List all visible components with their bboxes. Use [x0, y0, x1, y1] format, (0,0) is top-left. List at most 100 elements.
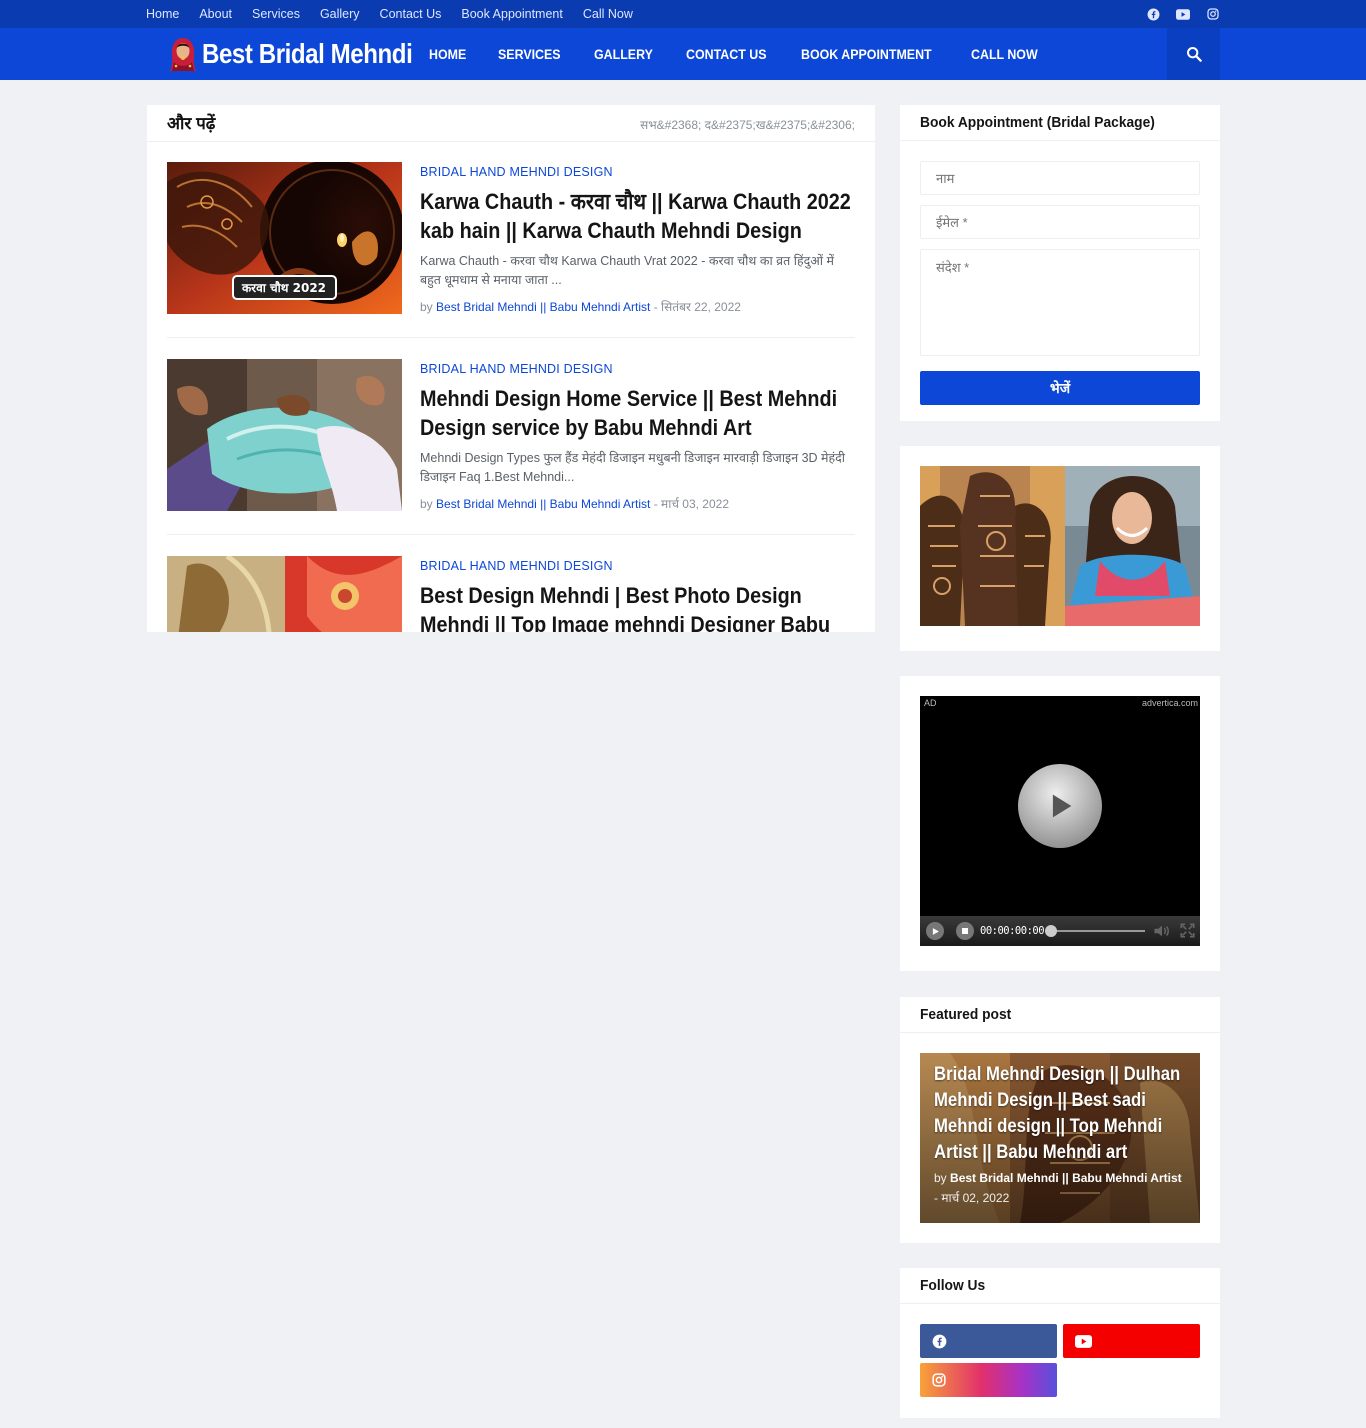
top-bar: Home About Services Gallery Contact Us B…: [0, 0, 1366, 28]
post-title[interactable]: Best Design Mehndi | Best Photo Design M…: [420, 581, 856, 632]
post-author[interactable]: Best Bridal Mehndi || Babu Mehndi Artist: [436, 497, 650, 511]
play-icon: [1052, 794, 1072, 818]
fullscreen-icon[interactable]: [1180, 923, 1195, 943]
nav-contact-us[interactable]: CONTACT US: [686, 47, 767, 62]
featured-post-title[interactable]: Bridal Mehndi Design || Dulhan Mehndi De…: [934, 1062, 1189, 1166]
instagram-icon: [932, 1373, 946, 1387]
appointment-header: Book Appointment (Bridal Package): [900, 105, 1220, 141]
nav-home[interactable]: HOME: [429, 47, 466, 62]
video-controls: 00:00:00:00: [920, 916, 1200, 946]
search-icon: [1186, 47, 1202, 62]
seek-track[interactable]: [1050, 930, 1145, 932]
video-time: 00:00:00:00: [980, 925, 1045, 937]
follow-us-heading: Follow Us: [920, 1277, 986, 1294]
stop-button[interactable]: [956, 922, 974, 940]
seek-knob[interactable]: [1045, 925, 1057, 937]
post-snippet: Karwa Chauth - करवा चौथ Karwa Chauth Vra…: [420, 254, 834, 287]
featured-by-label: by: [934, 1171, 947, 1185]
main-nav: HOME SERVICES GALLERY CONTACT US BOOK AP…: [429, 28, 1044, 80]
image-widget: [900, 446, 1220, 651]
bride-logo-icon: [168, 36, 198, 72]
post-by-label: by: [420, 300, 433, 314]
appointment-title: Book Appointment (Bridal Package): [920, 114, 1155, 131]
top-social-links: [1146, 0, 1220, 28]
message-field[interactable]: [920, 249, 1200, 356]
post-title[interactable]: Mehndi Design Home Service || Best Mehnd…: [420, 384, 856, 442]
post-thumbnail[interactable]: करवा चौथ 2022: [167, 162, 402, 314]
post-thumbnail[interactable]: [167, 556, 402, 632]
top-link-gallery[interactable]: Gallery: [320, 7, 360, 21]
post-item: BRIDAL HAND MEHNDI DESIGN Best Design Me…: [167, 556, 855, 632]
post-meta: by Best Bridal Mehndi || Babu Mehndi Art…: [420, 298, 855, 315]
post-category[interactable]: BRIDAL HAND MEHNDI DESIGN: [420, 165, 855, 179]
instagram-button[interactable]: [920, 1363, 1057, 1397]
post-category[interactable]: BRIDAL HAND MEHNDI DESIGN: [420, 559, 855, 573]
facebook-button[interactable]: [920, 1324, 1057, 1358]
post-date: - मार्च 03, 2022: [653, 497, 729, 511]
nav-gallery[interactable]: GALLERY: [594, 47, 653, 62]
post-snippet: Mehndi Design Types फुल हैंड मेहंदी डिजा…: [420, 451, 846, 484]
big-play-button[interactable]: [1018, 764, 1102, 848]
search-button[interactable]: [1167, 28, 1220, 80]
nav-services[interactable]: SERVICES: [498, 47, 561, 62]
related-posts-header: और पढ़ें सभ&#2368; द&#2375;ख&#2375;&#230…: [147, 105, 875, 142]
name-field[interactable]: [920, 161, 1200, 195]
video-ad-widget: AD advertica.com 00:00:00:00: [900, 676, 1220, 971]
site-logo[interactable]: Best Bridal Mehndi: [168, 36, 447, 72]
facebook-icon[interactable]: [1146, 7, 1160, 21]
post-info: BRIDAL HAND MEHNDI DESIGN Karwa Chauth -…: [420, 162, 855, 315]
stop-icon: [962, 928, 968, 934]
post-title[interactable]: Karwa Chauth - करवा चौथ || Karwa Chauth …: [420, 187, 856, 245]
send-button[interactable]: भेजें: [920, 371, 1200, 405]
main-header: Best Bridal Mehndi HOME SERVICES GALLERY…: [0, 28, 1366, 80]
post-by-label: by: [420, 497, 433, 511]
top-link-services[interactable]: Services: [252, 7, 300, 21]
appointment-widget: Book Appointment (Bridal Package) भेजें: [900, 105, 1220, 421]
post-author[interactable]: Best Bridal Mehndi || Babu Mehndi Artist: [436, 300, 650, 314]
volume-icon[interactable]: [1153, 924, 1171, 943]
featured-post-widget: Featured post Bridal Mehndi Design || Du…: [900, 997, 1220, 1243]
featured-post-author[interactable]: Best Bridal Mehndi || Babu Mehndi Artist: [950, 1171, 1182, 1185]
nav-book-appointment[interactable]: BOOK APPOINTMENT: [801, 47, 932, 62]
play-button[interactable]: [926, 922, 944, 940]
youtube-button[interactable]: [1063, 1324, 1200, 1358]
post-item: करवा चौथ 2022 BRIDAL HAND MEHNDI DESIGN …: [167, 162, 855, 338]
post-info: BRIDAL HAND MEHNDI DESIGN Best Design Me…: [420, 556, 855, 632]
top-link-home[interactable]: Home: [146, 7, 179, 21]
top-link-book-appointment[interactable]: Book Appointment: [461, 7, 562, 21]
facebook-icon: [932, 1334, 947, 1348]
post-date: - सितंबर 22, 2022: [653, 300, 741, 314]
follow-us-header: Follow Us: [900, 1268, 1220, 1304]
top-links: Home About Services Gallery Contact Us B…: [146, 0, 633, 28]
email-field[interactable]: [920, 205, 1200, 239]
youtube-icon: [1075, 1334, 1092, 1348]
instagram-icon[interactable]: [1206, 7, 1220, 21]
featured-post-heading: Featured post: [920, 1006, 1012, 1023]
site-logo-text: Best Bridal Mehndi: [202, 38, 413, 69]
follow-us-widget: Follow Us: [900, 1268, 1220, 1418]
video-ad-player[interactable]: AD advertica.com 00:00:00:00: [920, 696, 1200, 946]
featured-post-header: Featured post: [900, 997, 1220, 1033]
featured-post-date: - मार्च 02, 2022: [934, 1191, 1010, 1205]
youtube-icon[interactable]: [1176, 7, 1190, 21]
top-link-contact-us[interactable]: Contact Us: [380, 7, 442, 21]
post-thumbnail[interactable]: [167, 359, 402, 511]
post-meta: by Best Bridal Mehndi || Babu Mehndi Art…: [420, 495, 855, 512]
nav-call-now[interactable]: CALL NOW: [971, 47, 1038, 62]
promo-image[interactable]: [920, 466, 1200, 626]
post-info: BRIDAL HAND MEHNDI DESIGN Mehndi Design …: [420, 359, 855, 512]
play-icon: [932, 927, 939, 935]
top-link-call-now[interactable]: Call Now: [583, 7, 633, 21]
related-posts-title: और पढ़ें: [167, 114, 216, 133]
ad-brand[interactable]: advertica.com: [1142, 698, 1198, 708]
featured-post-card[interactable]: Bridal Mehndi Design || Dulhan Mehndi De…: [920, 1053, 1200, 1223]
thumb-badge: करवा चौथ 2022: [241, 281, 326, 295]
ad-label: AD: [924, 698, 937, 708]
post-category[interactable]: BRIDAL HAND MEHNDI DESIGN: [420, 362, 855, 376]
view-all-link[interactable]: सभ&#2368; द&#2375;ख&#2375;&#2306;: [640, 116, 855, 133]
top-link-about[interactable]: About: [199, 7, 232, 21]
featured-post-meta: by Best Bridal Mehndi || Babu Mehndi Art…: [934, 1168, 1184, 1208]
related-posts-card: और पढ़ें सभ&#2368; द&#2375;ख&#2375;&#230…: [147, 105, 875, 632]
post-item: BRIDAL HAND MEHNDI DESIGN Mehndi Design …: [167, 359, 855, 535]
appointment-form: भेजें: [900, 141, 1220, 405]
